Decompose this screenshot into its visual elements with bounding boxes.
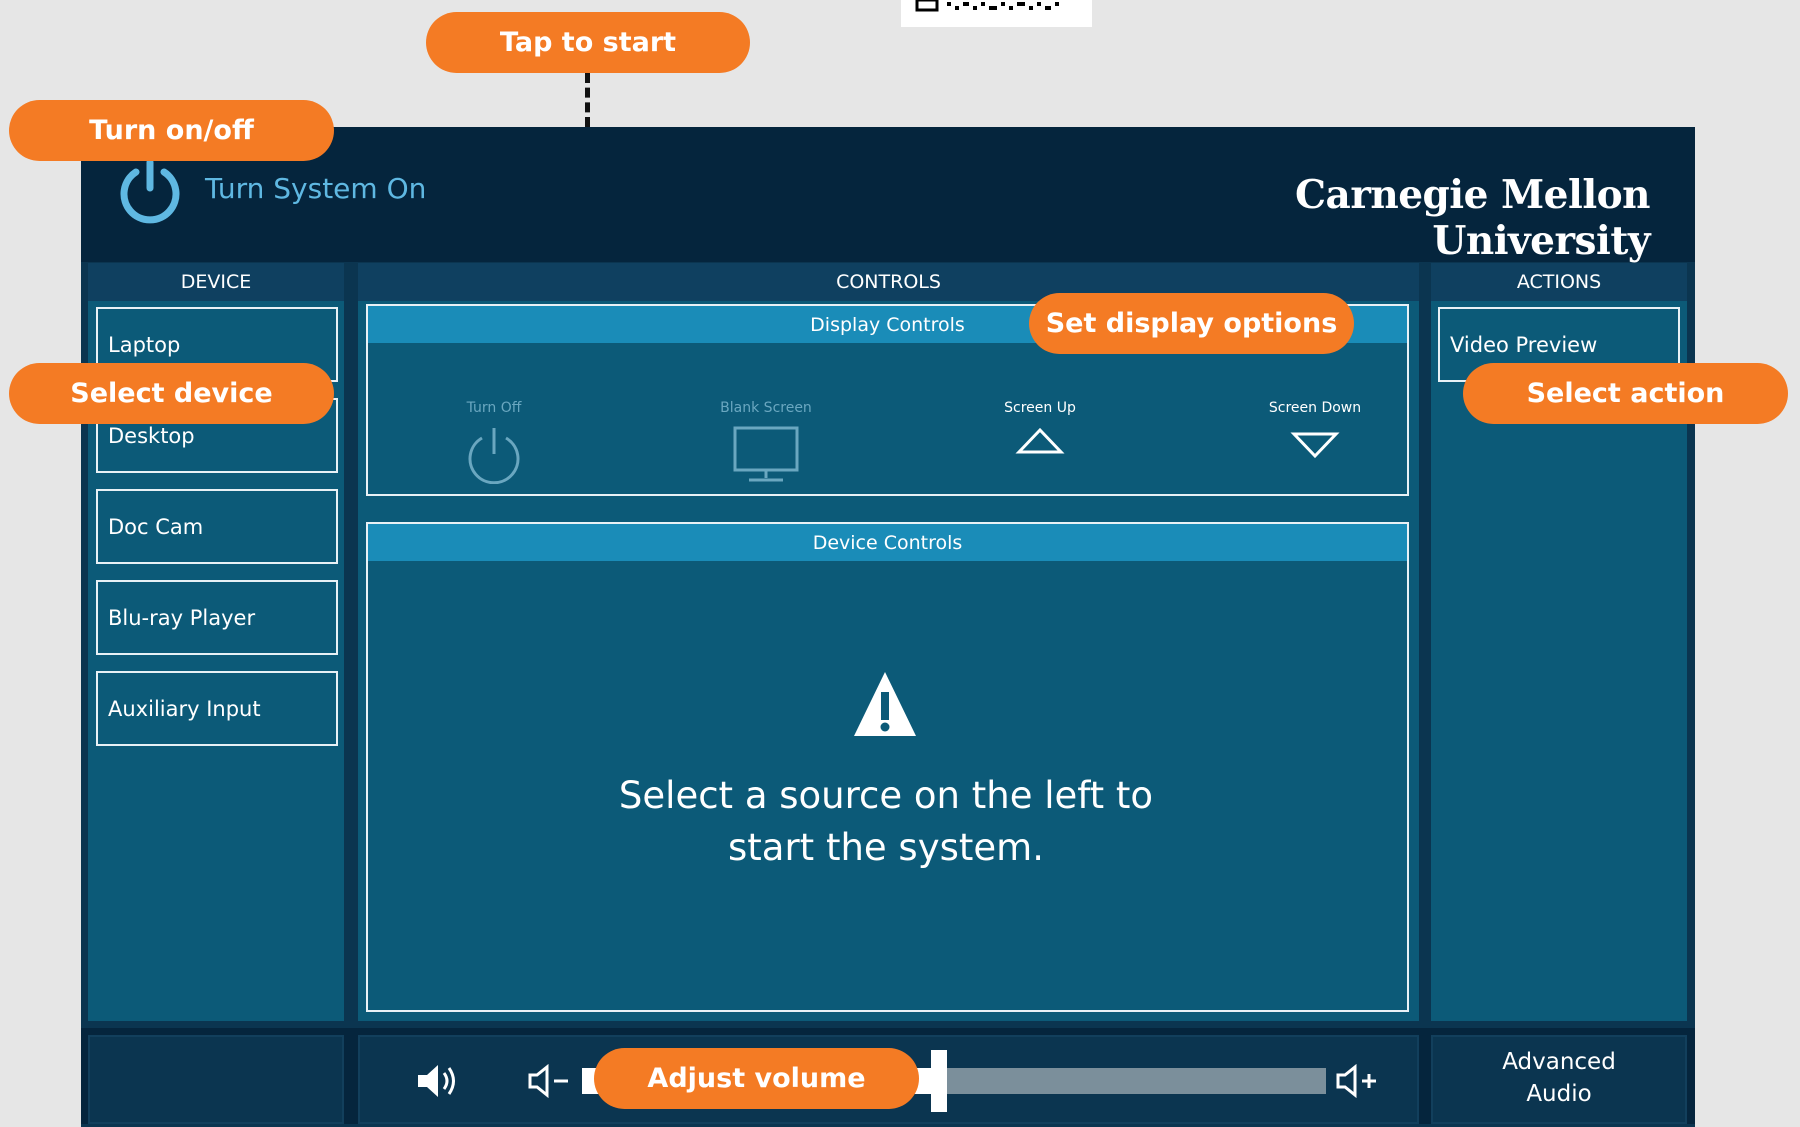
- advanced-audio-line-1: Advanced: [1502, 1049, 1616, 1075]
- device-controls-title: Device Controls: [368, 524, 1407, 561]
- volume-down-icon: [528, 1063, 568, 1099]
- bottom-left-panel: [88, 1035, 344, 1124]
- qr-code-icon: [915, 0, 1059, 12]
- screen-down-label: Screen Down: [1268, 400, 1362, 416]
- power-icon: [120, 158, 180, 224]
- warning-icon: [852, 670, 918, 740]
- speaker-icon: [418, 1065, 455, 1097]
- device-controls-group: Device Controls: [366, 522, 1409, 1012]
- screen-down-control[interactable]: Screen Down: [1245, 400, 1385, 468]
- callout-set-display-options: Set display options: [1029, 293, 1354, 354]
- advanced-audio-label: Advanced Audio: [1431, 1046, 1687, 1110]
- advanced-audio-line-2: Audio: [1526, 1081, 1592, 1107]
- source-button-doc-cam[interactable]: Doc Cam: [96, 489, 338, 564]
- turn-off-label: Turn Off: [466, 400, 522, 416]
- volume-slider-thumb[interactable]: [931, 1050, 947, 1112]
- callout-select-device: Select device: [9, 363, 334, 424]
- volume-up-icon: [1336, 1063, 1376, 1099]
- blank-screen-label: Blank Screen: [720, 400, 812, 416]
- screen-up-label: Screen Up: [1004, 400, 1076, 416]
- volume-up-button[interactable]: [1336, 1063, 1382, 1102]
- volume-down-button[interactable]: [528, 1063, 574, 1102]
- callout-tap-to-start: Tap to start: [426, 12, 750, 73]
- callout-select-action: Select action: [1463, 363, 1788, 424]
- callout-adjust-volume: Adjust volume: [594, 1048, 919, 1109]
- tap-to-start-connector: [585, 73, 590, 127]
- device-column-header: DEVICE: [88, 263, 344, 301]
- monitor-icon: [733, 426, 799, 482]
- system-power-button[interactable]: [118, 158, 182, 224]
- message-line-2: start the system.: [728, 826, 1044, 869]
- brand-logo: Carnegie Mellon University: [1295, 172, 1650, 264]
- turn-off-control[interactable]: Turn Off: [424, 400, 564, 488]
- callout-turn-on-off: Turn on/off: [9, 100, 334, 161]
- triangle-down-icon: [1290, 432, 1340, 459]
- actions-column-header: ACTIONS: [1431, 263, 1687, 301]
- blank-screen-control[interactable]: Blank Screen: [696, 400, 836, 488]
- mute-button[interactable]: [416, 1062, 462, 1104]
- source-button-auxiliary[interactable]: Auxiliary Input: [96, 671, 338, 746]
- message-line-1: Select a source on the left to: [618, 774, 1154, 817]
- turn-system-on-label[interactable]: Turn System On: [205, 172, 426, 205]
- triangle-up-icon: [1015, 427, 1065, 454]
- power-icon: [468, 428, 520, 485]
- qr-code: [901, 0, 1092, 27]
- select-source-message: Select a source on the left to start the…: [566, 770, 1206, 874]
- screen-up-control[interactable]: Screen Up: [970, 400, 1110, 468]
- source-button-blu-ray[interactable]: Blu-ray Player: [96, 580, 338, 655]
